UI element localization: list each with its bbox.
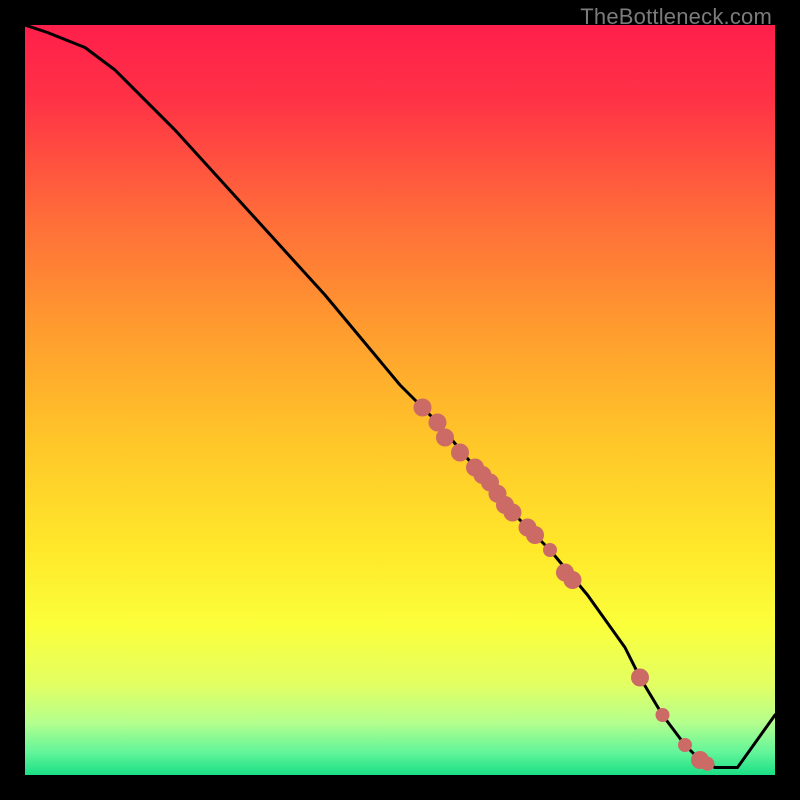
chart-data-point xyxy=(526,526,544,544)
chart-stage: TheBottleneck.com xyxy=(0,0,800,800)
chart-data-point xyxy=(701,757,715,771)
chart-svg xyxy=(25,25,775,775)
chart-data-point xyxy=(656,708,670,722)
chart-data-point xyxy=(543,543,557,557)
chart-data-point xyxy=(631,669,649,687)
chart-data-point xyxy=(678,738,692,752)
chart-background xyxy=(25,25,775,775)
chart-data-point xyxy=(414,399,432,417)
chart-plot-area xyxy=(25,25,775,775)
chart-data-point xyxy=(504,504,522,522)
chart-data-point xyxy=(564,571,582,589)
chart-data-point xyxy=(436,429,454,447)
chart-data-point xyxy=(451,444,469,462)
watermark-text: TheBottleneck.com xyxy=(580,4,772,30)
